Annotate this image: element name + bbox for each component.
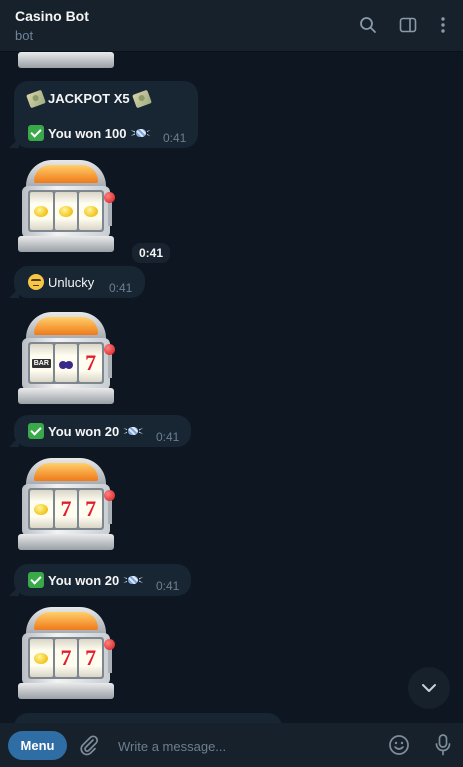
emoji-picker-icon[interactable] xyxy=(388,734,410,756)
attach-icon[interactable] xyxy=(78,734,100,756)
cherry-icon xyxy=(59,357,73,369)
lever-knob-icon xyxy=(104,192,115,203)
unlucky-line: Unlucky xyxy=(28,274,94,290)
bar-symbol-icon: BAR xyxy=(31,358,51,368)
message-bubble[interactable]: JACKPOT X5 You won 100 0:41 xyxy=(14,81,198,148)
chat-header: Casino Bot bot xyxy=(0,0,463,52)
lever-knob-icon xyxy=(104,639,115,650)
chevron-down-icon xyxy=(422,684,436,692)
result-line: You won 20 xyxy=(28,572,143,588)
bubble-tail xyxy=(9,288,19,298)
money-emoji-icon xyxy=(131,89,152,108)
seven-symbol-icon: 7 xyxy=(85,645,97,670)
check-mark-icon xyxy=(28,423,44,439)
result-line: You won 100 xyxy=(28,125,151,141)
message-bubble[interactable]: Unlucky 0:41 xyxy=(14,266,145,298)
message-bubble[interactable] xyxy=(14,713,282,723)
message-bubble[interactable]: You won 20 0:41 xyxy=(14,564,191,596)
candy-icon xyxy=(131,128,151,138)
result-text: You won 20 xyxy=(48,572,120,588)
menu-button[interactable]: Menu xyxy=(8,731,67,760)
seven-symbol-icon: 7 xyxy=(60,645,72,670)
search-icon[interactable] xyxy=(357,14,379,36)
money-emoji-icon xyxy=(26,89,46,108)
bubble-tail xyxy=(9,586,19,596)
lemon-icon xyxy=(59,205,73,217)
message-input[interactable] xyxy=(118,736,368,756)
more-options-icon[interactable] xyxy=(432,14,454,36)
message-bubble[interactable]: You won 20 0:41 xyxy=(14,415,191,447)
lemon-icon xyxy=(34,652,49,664)
chat-title[interactable]: Casino Bot xyxy=(15,8,89,24)
slot-machine-sticker[interactable] xyxy=(18,158,120,258)
candy-icon xyxy=(123,575,143,585)
lemon-icon xyxy=(83,205,98,217)
result-text: You won 20 xyxy=(48,423,120,439)
jackpot-text: JACKPOT X5 xyxy=(48,91,130,106)
jackpot-line: JACKPOT X5 xyxy=(26,89,152,108)
message-time: 0:41 xyxy=(156,579,180,593)
slot-machine-sticker[interactable]: BAR 7 xyxy=(18,310,120,410)
microphone-icon[interactable] xyxy=(432,733,454,757)
message-composer: Menu xyxy=(0,723,463,767)
sidebar-toggle-icon[interactable] xyxy=(397,14,419,36)
result-line: You won 20 xyxy=(28,423,143,439)
bubble-tail xyxy=(9,138,19,148)
check-mark-icon xyxy=(28,572,44,588)
seven-symbol-icon: 7 xyxy=(85,496,97,521)
result-text: You won 100 xyxy=(48,125,127,141)
slot-machine-sticker[interactable]: 7 7 xyxy=(18,605,120,705)
message-time: 0:41 xyxy=(156,430,180,444)
slot-machine-sticker[interactable]: 7 7 xyxy=(18,456,120,556)
message-time: 0:41 xyxy=(109,281,133,295)
seven-symbol-icon: 7 xyxy=(85,350,97,375)
lever-knob-icon xyxy=(104,344,115,355)
lemon-icon xyxy=(34,205,49,217)
lemon-icon xyxy=(34,503,49,515)
unamused-face-icon xyxy=(28,274,44,290)
bubble-tail xyxy=(9,437,19,447)
slot-machine-sticker[interactable] xyxy=(18,52,120,74)
lever-knob-icon xyxy=(104,490,115,501)
check-mark-icon xyxy=(28,125,44,141)
chat-subtitle: bot xyxy=(15,28,34,43)
message-time: 0:41 xyxy=(163,131,187,145)
sticker-time: 0:41 xyxy=(132,243,171,263)
scroll-down-button[interactable] xyxy=(408,667,450,709)
candy-icon xyxy=(123,426,143,436)
message-list[interactable]: JACKPOT X5 You won 100 0:41 0:41 Unlucky… xyxy=(0,52,463,723)
seven-symbol-icon: 7 xyxy=(60,496,72,521)
message-text: Unlucky xyxy=(48,274,95,290)
